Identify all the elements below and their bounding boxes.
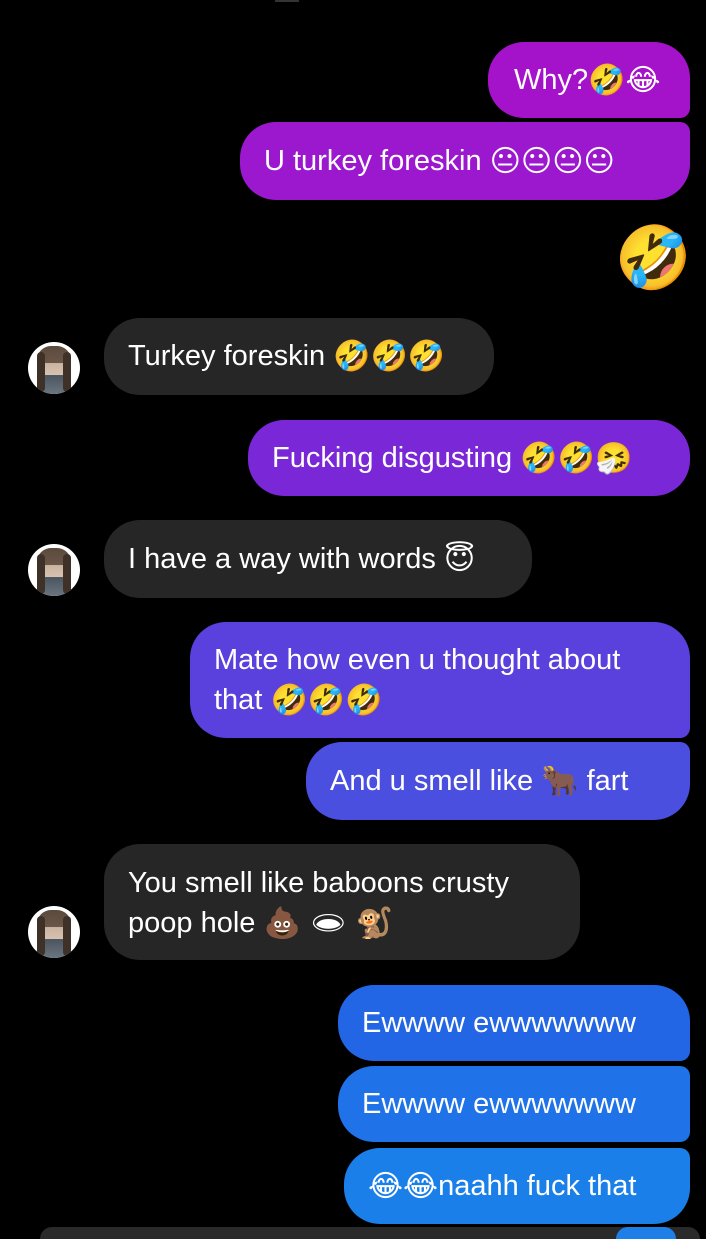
avatar-hair	[37, 916, 45, 956]
avatar-hair	[63, 916, 71, 956]
incoming-message[interactable]: You smell like baboons crusty poop hole …	[104, 844, 580, 960]
laughing-emoji-icon: 🤣🤣🤣	[333, 340, 446, 374]
message-text: Fucking disgusting	[272, 442, 521, 474]
next-message-edge	[40, 1227, 700, 1239]
laughing-emoji-icon: 😂🤣	[542, 224, 692, 293]
contact-avatar[interactable]	[28, 544, 80, 596]
message-text: I have a way with words	[128, 543, 444, 575]
message-text: U turkey foreskin	[264, 145, 490, 177]
outgoing-message[interactable]: 😂😂naahh fuck that	[344, 1148, 690, 1224]
poop-emoji-icon: 💩 🕳 🐒	[263, 907, 393, 941]
avatar-hair	[63, 554, 71, 594]
message-text: And u smell like	[330, 765, 542, 797]
message-text: Turkey foreskin	[128, 340, 334, 372]
outgoing-message[interactable]: Ewwww ewwwwwww	[338, 985, 690, 1061]
outgoing-message[interactable]: Why?🤣😂	[488, 42, 690, 118]
next-message-edge	[616, 1227, 676, 1239]
laughing-emoji-icon: 🤣🤣🤣	[270, 684, 383, 718]
contact-avatar[interactable]	[28, 342, 80, 394]
message-text: You smell like baboons crusty	[128, 867, 509, 899]
ox-emoji-icon: 🐂	[541, 765, 579, 799]
message-text: Ewwww ewwwwwww	[362, 1007, 636, 1039]
incoming-message[interactable]: Turkey foreskin 🤣🤣🤣	[104, 318, 494, 395]
halo-emoji-icon: 😇	[443, 543, 476, 577]
contact-avatar[interactable]	[28, 906, 80, 958]
avatar-hair	[63, 352, 71, 392]
sneezing-emoji-icon: 🤣🤣🤧	[520, 442, 633, 476]
outgoing-message[interactable]: U turkey foreskin 😐😐😐😐	[240, 122, 690, 200]
neutral-face-emoji-icon: 😐😐😐😐	[489, 145, 615, 179]
message-text: poop hole	[128, 907, 264, 939]
message-text: Why?	[514, 64, 589, 96]
status-indicator	[275, 0, 299, 2]
laughing-emoji-icon: 🤣😂	[588, 64, 661, 98]
message-text: Ewwww ewwwwwww	[362, 1088, 636, 1120]
outgoing-message[interactable]: Fucking disgusting 🤣🤣🤧	[248, 420, 690, 496]
message-text: Mate how even u thought about	[214, 644, 621, 676]
message-text: that	[214, 684, 271, 716]
outgoing-message[interactable]: Mate how even u thought about that 🤣🤣🤣	[190, 622, 690, 738]
incoming-message[interactable]: I have a way with words 😇	[104, 520, 532, 598]
laughing-emoji-icon: 😂😂	[368, 1170, 439, 1204]
outgoing-message[interactable]: And u smell like 🐂 fart	[306, 742, 690, 820]
emoji-only-message[interactable]: 😂🤣	[542, 224, 692, 296]
message-text: naahh fuck that	[438, 1170, 637, 1202]
avatar-hair	[37, 554, 45, 594]
message-thread: Why?🤣😂 U turkey foreskin 😐😐😐😐 😂🤣 Turkey …	[0, 0, 706, 1239]
avatar-hair	[37, 352, 45, 392]
message-text: fart	[578, 765, 629, 797]
outgoing-message[interactable]: Ewwww ewwwwwww	[338, 1066, 690, 1142]
